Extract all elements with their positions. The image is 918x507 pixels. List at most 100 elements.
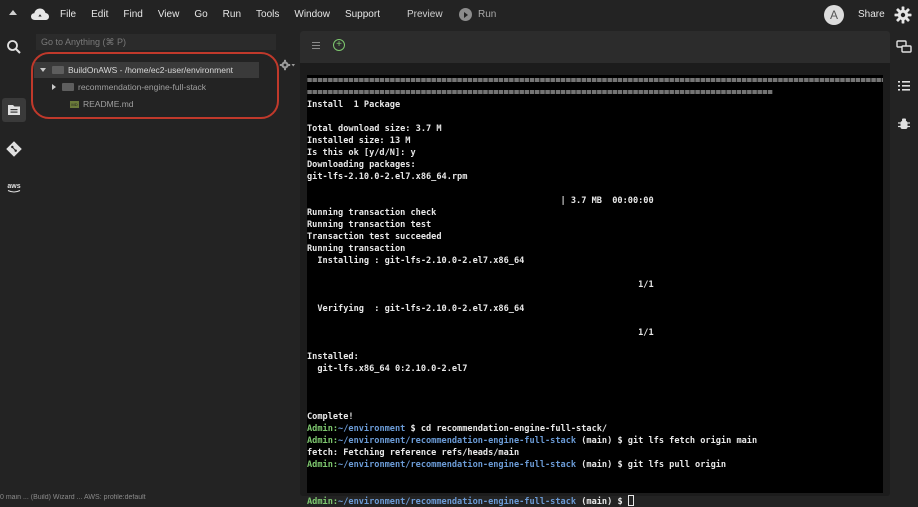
run-button[interactable]: Run: [459, 8, 496, 21]
terminal-text: ========================================…: [307, 76, 883, 86]
terminal-cursor[interactable]: [627, 495, 634, 506]
collapse-menu-caret-icon[interactable]: [9, 10, 17, 15]
menu-tools[interactable]: Tools: [256, 9, 279, 20]
terminal-text: Install 1 Package: [307, 100, 401, 110]
prompt-command: $ git lfs fetch origin main: [612, 436, 758, 446]
gear-icon[interactable]: [894, 6, 912, 24]
collaborate-icon[interactable]: [896, 39, 912, 55]
prompt-command: $ git lfs pull origin: [612, 460, 727, 470]
prompt-path: ~/environment/recommendation-engine-full…: [338, 436, 577, 446]
terminal-text: Downloading packages:: [307, 160, 416, 170]
left-activity-bar: aws: [0, 30, 28, 503]
prompt-branch: (main): [576, 436, 613, 446]
prompt-user: Admin:: [307, 497, 339, 507]
hamburger-menu-icon[interactable]: [312, 42, 320, 49]
menu-file[interactable]: File: [60, 9, 76, 20]
share-button[interactable]: Share: [858, 9, 885, 20]
prompt-user: Admin:: [307, 460, 339, 470]
terminal-line: fetch: Fetching reference refs/heads/mai…: [307, 447, 883, 459]
terminal-line: Verifying : git-lfs-2.10.0-2.el7.x86_64: [307, 303, 883, 315]
menu-view[interactable]: View: [158, 9, 180, 20]
prompt-path: ~/environment/recommendation-engine-full…: [338, 460, 577, 470]
git-icon[interactable]: [5, 140, 23, 158]
terminal-text: Running transaction test: [307, 220, 432, 230]
terminal-line: | 3.7 MB 00:00:00: [307, 195, 883, 207]
files-icon[interactable]: [5, 101, 23, 119]
prompt-command: $ cd recommendation-engine-full-stack/: [405, 424, 608, 434]
terminal-text: fetch: Fetching reference refs/heads/mai…: [307, 448, 520, 458]
panel-tab-bar: +: [300, 31, 890, 63]
terminal-line: Installed:: [307, 351, 883, 363]
terminal-line: Running transaction test: [307, 219, 883, 231]
terminal-panel: + ======================================…: [300, 31, 890, 507]
prompt-path: ~/environment: [338, 424, 406, 434]
terminal-line: git-lfs.x86_64 0:2.10.0-2.el7: [307, 363, 883, 375]
terminal-line: Running transaction: [307, 243, 883, 255]
preview-button[interactable]: Preview: [407, 9, 443, 20]
terminal-line: Admin:~/environment/recommendation-engin…: [307, 495, 883, 507]
terminal-text: Total download size: 3.7 M: [307, 124, 442, 134]
menu-items: File Edit Find View Go Run Tools Window …: [60, 9, 395, 20]
terminal-text: Is this ok [y/d/N]: y: [307, 148, 416, 158]
prompt-command: $: [612, 497, 628, 507]
terminal-line: Is this ok [y/d/N]: y: [307, 147, 883, 159]
prompt-branch: (main): [576, 460, 613, 470]
menu-find[interactable]: Find: [123, 9, 142, 20]
prompt-user: Admin:: [307, 436, 339, 446]
terminal-line: Installing : git-lfs-2.10.0-2.el7.x86_64: [307, 255, 883, 267]
menu-window[interactable]: Window: [294, 9, 330, 20]
terminal-text: Verifying : git-lfs-2.10.0-2.el7.x86_64: [307, 304, 525, 314]
terminal-text: Transaction test succeeded: [307, 232, 442, 242]
menu-run[interactable]: Run: [223, 9, 241, 20]
terminal-text: 1/1: [307, 280, 654, 290]
menu-go[interactable]: Go: [194, 9, 207, 20]
go-to-anything-input[interactable]: Go to Anything (⌘ P): [36, 34, 276, 50]
terminal-line: Installed size: 13 M: [307, 135, 883, 147]
avatar[interactable]: A: [824, 5, 844, 25]
run-label: Run: [478, 9, 497, 20]
status-bar: 0 main ... (Build) Wizard ... AWS: profi…: [0, 494, 146, 501]
prompt-user: Admin:: [307, 424, 339, 434]
new-tab-plus-icon[interactable]: +: [333, 39, 345, 51]
outline-icon[interactable]: [896, 78, 912, 94]
prompt-branch: (main): [576, 497, 613, 507]
terminal-line: 1/1: [307, 279, 883, 291]
menu-bar: File Edit Find View Go Run Tools Window …: [0, 0, 918, 30]
terminal-line: git-lfs-2.10.0-2.el7.x86_64.rpm: [307, 171, 883, 183]
cloud9-logo-icon[interactable]: [31, 8, 49, 21]
aws-icon[interactable]: aws: [5, 179, 23, 197]
search-icon[interactable]: [5, 38, 23, 56]
terminal-text: Installed size: 13 M: [307, 136, 411, 146]
terminal-text: | 3.7 MB 00:00:00: [307, 196, 654, 206]
terminal-line: Admin:~/environment/recommendation-engin…: [307, 435, 883, 447]
debugger-bug-icon[interactable]: [896, 116, 912, 132]
terminal-line: Install 1 Package: [307, 99, 883, 111]
terminal-text: Installed:: [307, 352, 359, 362]
terminal-line: Complete!: [307, 411, 883, 423]
terminal-text: git-lfs-2.10.0-2.el7.x86_64.rpm: [307, 172, 468, 182]
terminal-line: Admin:~/environment/recommendation-engin…: [307, 459, 883, 471]
terminal-line: 1/1: [307, 327, 883, 339]
terminal-text: git-lfs.x86_64 0:2.10.0-2.el7: [307, 364, 468, 374]
run-icon: [459, 8, 472, 21]
terminal-output[interactable]: ========================================…: [307, 75, 883, 507]
terminal-line: Total download size: 3.7 M: [307, 123, 883, 135]
menu-support[interactable]: Support: [345, 9, 380, 20]
red-highlight-annotation: [31, 52, 279, 119]
menu-edit[interactable]: Edit: [91, 9, 108, 20]
terminal-lines: ========================================…: [307, 75, 883, 507]
terminal-text: ========================================…: [307, 88, 773, 98]
terminal-text: Complete!: [307, 412, 354, 422]
terminal-text: 1/1: [307, 328, 654, 338]
tree-settings-gear-icon[interactable]: [278, 59, 296, 71]
